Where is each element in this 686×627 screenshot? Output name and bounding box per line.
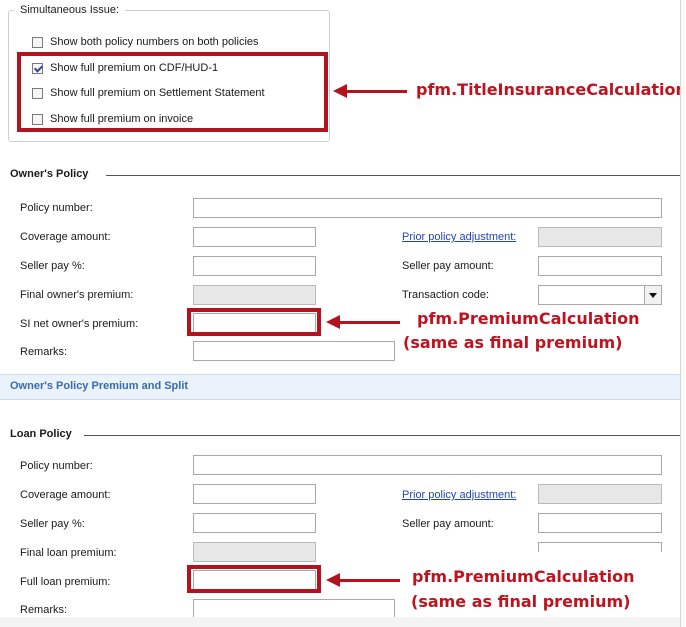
coverage-amount-label: Coverage amount: xyxy=(20,489,111,501)
loan-transaction-code-select[interactable] xyxy=(538,542,662,552)
final-loan-premium-field xyxy=(193,542,316,562)
arrow-line xyxy=(338,579,400,582)
loan-seller-pay-pct-input[interactable] xyxy=(193,513,316,533)
owners-policy-title: Owner's Policy xyxy=(10,168,89,180)
seller-pay-pct-label: Seller pay %: xyxy=(20,518,85,530)
loan-remarks-input[interactable] xyxy=(193,599,395,619)
loan-policy-title: Loan Policy xyxy=(10,428,72,440)
option-label: Show both policy numbers on both policie… xyxy=(50,36,259,48)
owners-policy-premium-split-title[interactable]: Owner's Policy Premium and Split xyxy=(10,380,188,392)
seller-pay-pct-label: Seller pay %: xyxy=(20,260,85,272)
final-owner-premium-field xyxy=(193,285,316,305)
final-owner-premium-label: Final owner's premium: xyxy=(20,289,134,301)
highlight-box-checkboxes xyxy=(17,52,328,132)
chevron-down-icon xyxy=(649,292,657,298)
final-loan-premium-label: Final loan premium: xyxy=(20,547,117,559)
coverage-amount-label: Coverage amount: xyxy=(20,231,111,243)
remarks-label: Remarks: xyxy=(20,604,68,616)
seller-pay-amount-label: Seller pay amount: xyxy=(402,260,494,272)
owner-seller-pay-amount-input[interactable] xyxy=(538,256,662,276)
loan-policy-number-input[interactable] xyxy=(193,455,662,475)
scrollbar-edge[interactable] xyxy=(680,0,686,627)
remarks-label: Remarks: xyxy=(20,346,68,358)
full-loan-premium-label: Full loan premium: xyxy=(20,576,111,588)
clipped-content-strip xyxy=(0,617,680,627)
owner-prior-policy-adjustment-field xyxy=(538,227,662,247)
highlight-box-full-loan-premium xyxy=(187,565,321,593)
section-divider xyxy=(106,175,680,176)
arrow-line xyxy=(345,90,407,93)
section-divider xyxy=(84,435,680,436)
simultaneous-issue-title: Simultaneous Issue: xyxy=(14,4,126,16)
policy-number-label: Policy number: xyxy=(20,460,93,472)
policy-number-label: Policy number: xyxy=(20,202,93,214)
annotation-premium-calc-owner: pfm.PremiumCalculation xyxy=(417,309,640,328)
annotation-premium-calc-loan-note: (same as final premium) xyxy=(411,592,631,611)
si-net-owner-premium-label: SI net owner's premium: xyxy=(20,318,139,330)
loan-seller-pay-amount-input[interactable] xyxy=(538,513,662,533)
owner-prior-policy-adjustment-link[interactable]: Prior policy adjustment: xyxy=(402,231,516,243)
transaction-code-label: Transaction code: xyxy=(402,289,490,301)
annotation-title-insurance: pfm.TitleInsuranceCalculation xyxy=(416,80,686,99)
owner-policy-number-input[interactable] xyxy=(193,198,662,218)
transaction-code-select[interactable] xyxy=(538,285,662,305)
highlight-box-si-net-premium xyxy=(187,308,321,336)
dropdown-button[interactable] xyxy=(644,286,661,304)
option-both-policy-numbers[interactable]: Show both policy numbers on both policie… xyxy=(32,34,259,50)
annotation-premium-calc-loan: pfm.PremiumCalculation xyxy=(412,567,635,586)
loan-prior-policy-adjustment-link[interactable]: Prior policy adjustment: xyxy=(402,489,516,501)
owner-remarks-input[interactable] xyxy=(193,341,395,361)
checkbox[interactable] xyxy=(32,36,43,48)
loan-prior-policy-adjustment-field xyxy=(538,484,662,504)
annotation-premium-calc-owner-note: (same as final premium) xyxy=(403,333,623,352)
owner-seller-pay-pct-input[interactable] xyxy=(193,256,316,276)
arrow-line xyxy=(338,321,400,324)
seller-pay-amount-label: Seller pay amount: xyxy=(402,518,494,530)
owner-coverage-amount-input[interactable] xyxy=(193,227,316,247)
loan-coverage-amount-input[interactable] xyxy=(193,484,316,504)
